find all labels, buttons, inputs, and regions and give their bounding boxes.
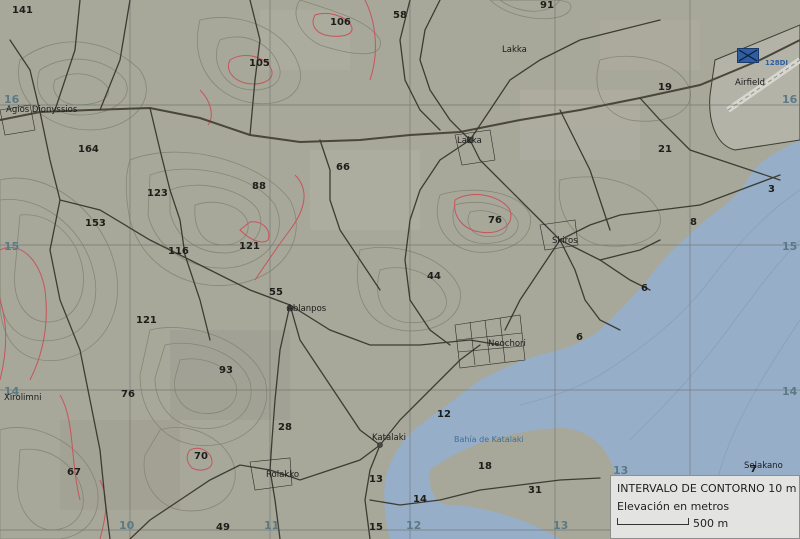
scale-bar-label: 500 m (693, 517, 729, 530)
elev-76b: 76 (121, 389, 135, 400)
airport-ident-label: 128DI (765, 59, 788, 67)
elev-31: 31 (528, 485, 542, 496)
grid-label-11: 11 (264, 519, 279, 532)
scale-bar-tick-end (688, 518, 689, 525)
elev-49: 49 (216, 522, 230, 533)
elev-67: 67 (67, 467, 81, 478)
elev-91: 91 (540, 0, 554, 11)
elev-66: 66 (336, 162, 350, 173)
scale-bar (617, 524, 689, 525)
elev-28: 28 (278, 422, 292, 433)
airport-icon[interactable] (737, 48, 759, 63)
grid-label-13-bottom: 13 (553, 519, 568, 532)
elev-6b: 6 (576, 332, 583, 343)
water-label-bay: Bahía de Katalaki (454, 435, 524, 444)
town-label-airfield: Airfield (735, 78, 765, 88)
elev-116: 116 (168, 246, 189, 257)
elev-12: 12 (437, 409, 451, 420)
elev-8: 8 (690, 217, 697, 228)
town-label-agios-dionyssios: Agios Dionyssios (6, 105, 78, 115)
town-label-neochori: Neochori (488, 339, 526, 349)
elev-121b: 121 (136, 315, 157, 326)
elev-121a: 121 (239, 241, 260, 252)
grid-label-16-right: 16 (782, 93, 798, 106)
town-label-xirolimni: Xirolimni (4, 393, 41, 403)
town-label-lakka-north: Lakka (502, 45, 527, 55)
elev-44: 44 (427, 271, 441, 282)
grid-label-15-right: 15 (782, 240, 797, 253)
elev-19: 19 (658, 82, 672, 93)
elev-93: 93 (219, 365, 233, 376)
elev-55: 55 (269, 287, 283, 298)
grid-label-12: 12 (406, 519, 421, 532)
elev-106: 106 (330, 17, 351, 28)
elev-15: 15 (369, 522, 383, 533)
map-canvas[interactable]: 141 106 58 91 105 19 164 66 21 123 88 3 … (0, 0, 800, 539)
legend-contour-interval: INTERVALO DE CONTORNO 10 m (617, 482, 797, 495)
elev-70: 70 (194, 451, 208, 462)
town-label-skiros: Skiros (552, 236, 578, 246)
elev-58: 58 (393, 10, 407, 21)
elev-13: 13 (369, 474, 383, 485)
map-legend: INTERVALO DE CONTORNO 10 m Elevación en … (610, 475, 800, 539)
town-label-katalaki: Katalaki (372, 433, 406, 443)
elev-21: 21 (658, 144, 672, 155)
elev-18: 18 (478, 461, 492, 472)
airport-cross-icon (738, 49, 758, 62)
elev-88: 88 (252, 181, 266, 192)
grid-label-10: 10 (119, 519, 135, 532)
town-label-ablanpos: Ablanpos (287, 304, 327, 314)
elev-164: 164 (78, 144, 99, 155)
elev-76: 76 (488, 215, 502, 226)
elev-153: 153 (85, 218, 106, 229)
town-label-selakano: Selakano (744, 461, 783, 471)
elev-3: 3 (768, 184, 775, 195)
elev-141: 141 (12, 5, 33, 16)
grid-label-15-left: 15 (4, 240, 19, 253)
grid-label-14-right: 14 (782, 385, 798, 398)
town-label-rolakko: Rolakko (266, 470, 299, 480)
legend-elevation-unit: Elevación en metros (617, 500, 730, 513)
elev-6a: 6 (641, 283, 648, 294)
elev-105: 105 (249, 58, 270, 69)
elev-14: 14 (413, 494, 427, 505)
town-label-lakka: Lakka (457, 136, 482, 146)
elev-123: 123 (147, 188, 168, 199)
